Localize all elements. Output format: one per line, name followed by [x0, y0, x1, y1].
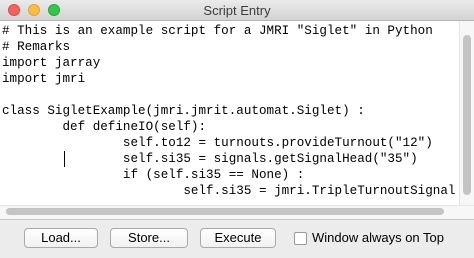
code-line: import jmri	[2, 72, 86, 86]
text-caret	[64, 151, 65, 167]
vertical-scrollbar-thumb[interactable]	[463, 35, 471, 195]
code-line: # Remarks	[2, 40, 71, 54]
window-title: Script Entry	[203, 3, 271, 18]
code-line: import jarray	[2, 56, 101, 70]
code-line: class SigletExample(jmri.jmrit.automat.S…	[2, 104, 365, 118]
script-editor[interactable]: # This is an example script for a JMRI "…	[0, 21, 474, 219]
code-line: def defineIO(self):	[2, 120, 207, 134]
store-button[interactable]: Store...	[110, 228, 188, 248]
script-code[interactable]: # This is an example script for a JMRI "…	[2, 23, 455, 199]
execute-button[interactable]: Execute	[200, 228, 276, 248]
code-line: self.si35 = jmri.TripleTurnoutSignal	[2, 184, 456, 198]
divider	[0, 219, 474, 220]
always-on-top-checkbox[interactable]	[294, 232, 307, 245]
code-line: # This is an example script for a JMRI "…	[2, 24, 433, 38]
code-line: if (self.si35 == None) :	[2, 168, 305, 182]
horizontal-scrollbar-thumb[interactable]	[6, 208, 444, 215]
title-bar[interactable]: Script Entry	[0, 0, 474, 21]
code-line: self.to12 = turnouts.provideTurnout("12"…	[2, 136, 433, 150]
load-button[interactable]: Load...	[24, 228, 98, 248]
always-on-top-label[interactable]: Window always on Top	[312, 230, 444, 245]
code-line: self.si35 = signals.getSignalHead("35")	[2, 152, 418, 166]
